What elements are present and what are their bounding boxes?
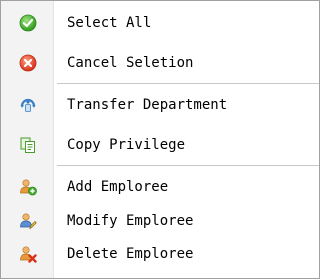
menu-item-add-employee[interactable]: Add Emploree (1, 172, 319, 202)
menu-item-label: Copy Privilege (67, 137, 186, 153)
menu-item-label: Delete Emploree (67, 246, 194, 262)
edit-user-icon (19, 212, 37, 230)
menu-separator (57, 165, 319, 166)
menu-item-cancel-selection[interactable]: Cancel Seletion (1, 48, 319, 78)
copy-icon (19, 136, 37, 154)
menu-separator (57, 83, 319, 84)
menu-item-label: Modify Emploree (67, 213, 194, 229)
menu-item-label: Add Emploree (67, 179, 169, 195)
add-user-icon (19, 178, 37, 196)
checkmark-icon (19, 14, 37, 32)
menu-item-label: Cancel Seletion (67, 55, 194, 71)
context-menu: Select All Cancel Seletion Transfer Depa… (0, 0, 320, 279)
transfer-icon (19, 96, 37, 114)
delete-user-icon (19, 245, 37, 263)
menu-item-label: Transfer Department (67, 97, 228, 113)
menu-item-transfer-department[interactable]: Transfer Department (1, 90, 319, 120)
cancel-icon (19, 54, 37, 72)
menu-item-select-all[interactable]: Select All (1, 8, 319, 38)
menu-item-copy-privilege[interactable]: Copy Privilege (1, 130, 319, 160)
menu-item-delete-employee[interactable]: Delete Emploree (1, 239, 319, 269)
menu-item-modify-employee[interactable]: Modify Emploree (1, 206, 319, 236)
menu-item-label: Select All (67, 15, 152, 31)
